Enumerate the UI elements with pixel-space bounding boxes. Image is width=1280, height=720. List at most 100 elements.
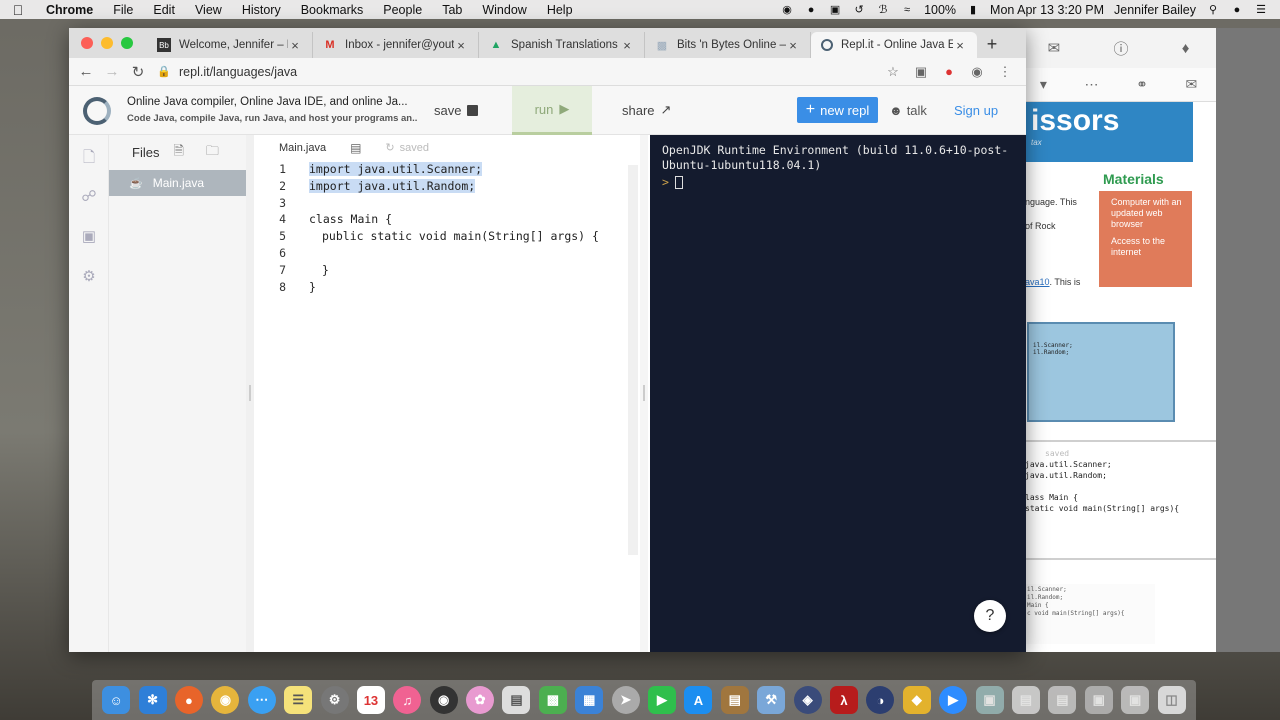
keynote-icon[interactable]: ▦: [575, 686, 604, 714]
app-icon[interactable]: ◆: [902, 686, 931, 714]
close-tab-icon[interactable]: ×: [953, 38, 967, 53]
console-prompt[interactable]: >: [662, 175, 1014, 190]
files-icon[interactable]: 🗋: [80, 147, 98, 166]
menu-bookmarks[interactable]: Bookmarks: [291, 3, 374, 17]
menu-file[interactable]: File: [103, 3, 143, 17]
bg-mail-icon[interactable]: ✉: [1185, 76, 1197, 93]
extension-icon-2[interactable]: ●: [942, 64, 956, 79]
file-item[interactable]: ☕ Main.java: [109, 170, 246, 196]
photos-icon[interactable]: ✿: [466, 686, 495, 714]
close-tab-icon[interactable]: ×: [288, 38, 302, 53]
menu-edit[interactable]: Edit: [143, 3, 185, 17]
sign-up-link[interactable]: Sign up: [954, 97, 998, 123]
zoom-window-button[interactable]: [121, 37, 133, 49]
itunes-icon[interactable]: ♫: [393, 686, 422, 714]
close-tab-icon[interactable]: ×: [620, 38, 634, 53]
system-preferences-icon[interactable]: ⚙: [320, 686, 349, 714]
lock-icon[interactable]: 🔒: [157, 65, 171, 78]
chrome-menu-icon[interactable]: ⋮: [998, 64, 1012, 80]
status-app-icon-2[interactable]: ●: [804, 4, 818, 16]
menu-window[interactable]: Window: [472, 3, 536, 17]
replit-logo-icon[interactable]: [83, 97, 111, 125]
minimized-window-icon[interactable]: ▣: [975, 686, 1004, 714]
help-button[interactable]: ?: [974, 600, 1006, 632]
eclipse-icon[interactable]: ◑: [866, 686, 895, 714]
github-icon[interactable]: ◉: [429, 686, 458, 714]
new-tab-button[interactable]: +: [977, 32, 1007, 58]
trash-icon[interactable]: ◫: [1157, 686, 1186, 714]
browser-tab[interactable]: ▲ Spanish Translations - G ×: [479, 32, 645, 58]
launchpad-icon[interactable]: ➤: [611, 686, 640, 714]
bookmark-star-icon[interactable]: ☆: [886, 64, 900, 80]
notification-center-icon[interactable]: ☰: [1254, 4, 1268, 16]
code-line[interactable]: [309, 195, 629, 212]
clock[interactable]: Mon Apr 13 3:20 PM: [990, 3, 1104, 17]
bg-dropdown-icon[interactable]: ▾: [1040, 76, 1047, 93]
preview-icon[interactable]: ▤: [502, 686, 531, 714]
minimize-window-button[interactable]: [101, 37, 113, 49]
add-file-icon[interactable]: 🗎: [173, 142, 183, 164]
finder-icon[interactable]: ☺: [102, 686, 131, 714]
minimized-window-icon-3[interactable]: ▣: [1121, 686, 1150, 714]
profile-avatar-icon[interactable]: ◉: [970, 64, 984, 80]
code-line[interactable]: public static void main(String[] args) {: [309, 228, 629, 245]
menu-people[interactable]: People: [373, 3, 432, 17]
utility-icon[interactable]: ⚒: [757, 686, 786, 714]
panel-resize-handle[interactable]: [246, 135, 254, 652]
menu-help[interactable]: Help: [537, 3, 583, 17]
messages-icon[interactable]: ⋯: [247, 686, 276, 714]
format-icon[interactable]: ▤: [350, 141, 361, 155]
browser-tab[interactable]: M Inbox - jennifer@youthc ×: [313, 32, 479, 58]
editor-file-tab[interactable]: Main.java: [279, 142, 326, 154]
status-app-icon[interactable]: ◉: [780, 4, 794, 16]
console-panel[interactable]: OpenJDK Runtime Environment (build 11.0.…: [650, 135, 1026, 652]
downloads-icon[interactable]: ▤: [1048, 686, 1077, 714]
user-name[interactable]: Jennifer Bailey: [1114, 3, 1196, 17]
close-tab-icon[interactable]: ×: [786, 38, 800, 53]
url-field[interactable]: 🔒 repl.it/languages/java: [157, 61, 886, 83]
wifi-icon[interactable]: ≈: [900, 4, 914, 16]
close-window-button[interactable]: [81, 37, 93, 49]
editor-scrollbar[interactable]: [628, 165, 638, 555]
facetime-icon[interactable]: ▶: [648, 686, 677, 714]
safari-icon[interactable]: ✻: [138, 686, 167, 714]
editor-resize-handle[interactable]: [640, 135, 648, 652]
menu-history[interactable]: History: [232, 3, 291, 17]
battery-icon[interactable]: ▮: [966, 4, 980, 16]
chrome-icon[interactable]: ◉: [211, 686, 240, 714]
packages-icon[interactable]: ▣: [80, 227, 98, 245]
app-store-icon[interactable]: A: [684, 686, 713, 714]
back-icon[interactable]: ←: [73, 63, 99, 80]
bg-link-icon[interactable]: ⚭: [1136, 76, 1148, 93]
code-line[interactable]: }: [309, 279, 629, 296]
numbers-icon[interactable]: ▩: [538, 686, 567, 714]
calendar-icon[interactable]: 13: [356, 686, 385, 714]
acrobat-icon[interactable]: λ: [830, 686, 858, 714]
code-line[interactable]: }: [309, 262, 629, 279]
minimized-window-icon-2[interactable]: ▣: [1084, 686, 1113, 714]
browser-tab[interactable]: Bb Welcome, Jennifer – Bla ×: [147, 32, 313, 58]
siri-icon[interactable]: ●: [1230, 4, 1244, 16]
forward-icon[interactable]: →: [99, 63, 125, 80]
screen-icon[interactable]: ▣: [828, 4, 842, 16]
apple-menu-icon[interactable]: : [0, 2, 36, 18]
reload-icon[interactable]: ↻: [125, 63, 151, 81]
firefox-icon[interactable]: ●: [174, 686, 203, 714]
battery-percent[interactable]: 100%: [924, 3, 956, 17]
extension-icon[interactable]: ▣: [914, 64, 928, 80]
bg-more-icon[interactable]: ⋯: [1084, 76, 1098, 93]
books-icon[interactable]: ▤: [720, 686, 749, 714]
version-control-icon[interactable]: ☍: [80, 187, 98, 205]
bg-chat-icon[interactable]: ✉: [1048, 39, 1061, 57]
new-repl-button[interactable]: + new repl: [797, 97, 878, 123]
spotlight-search-icon[interactable]: ⚲: [1206, 4, 1220, 16]
code-lines[interactable]: import java.util.Scanner; import java.ut…: [309, 161, 629, 295]
add-folder-icon[interactable]: 🗀: [206, 142, 219, 164]
bluetooth-icon[interactable]: ℬ: [876, 4, 890, 16]
share-button[interactable]: share ↗: [622, 96, 671, 124]
minimized-document-icon[interactable]: ▤: [1011, 686, 1040, 714]
save-button[interactable]: save: [434, 96, 479, 124]
siri-dock-icon[interactable]: ◈: [793, 686, 822, 714]
notes-icon[interactable]: ☰: [284, 686, 313, 714]
code-line[interactable]: import java.util.Random;: [309, 178, 629, 195]
